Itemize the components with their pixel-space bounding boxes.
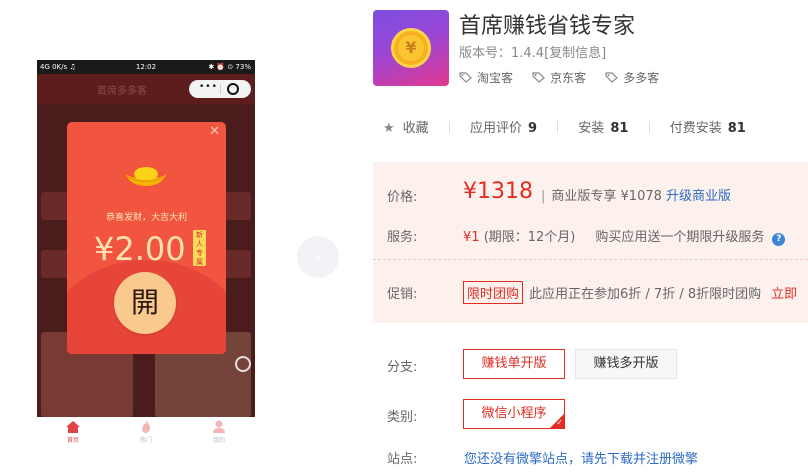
price-label: 价格: bbox=[387, 190, 418, 205]
paid-install-stat: 付费安装 81 bbox=[670, 117, 746, 136]
tab-mine[interactable]: 我的 bbox=[189, 417, 249, 444]
category-option-label: 微信小程序 bbox=[481, 406, 547, 421]
tag-icon bbox=[605, 72, 619, 83]
status-battery: ✱ ⏰ ⊙ 73% bbox=[208, 63, 251, 71]
favorite-button[interactable]: ★ 收藏 bbox=[383, 117, 429, 136]
star-icon: ★ bbox=[383, 121, 395, 136]
favorite-label: 收藏 bbox=[402, 121, 429, 136]
miniprogram-capsule[interactable]: ••• bbox=[189, 80, 251, 98]
progress-ring-icon bbox=[235, 356, 251, 372]
close-miniprogram-icon[interactable] bbox=[227, 83, 239, 95]
tag-icon bbox=[532, 72, 546, 83]
pro-price-text: 商业版专享 ¥1078 bbox=[551, 189, 662, 204]
rating-stat[interactable]: 应用评价 9 bbox=[470, 117, 537, 136]
promo-text: 此应用正在参加6折 / 7折 / 8折限时团购 bbox=[529, 287, 762, 302]
register-site-link[interactable]: 您还没有微擎站点，请先下载并注册微擎 bbox=[464, 448, 698, 467]
version-text: 版本号：1.4.4 bbox=[459, 46, 545, 61]
promo-link[interactable]: 立即 bbox=[771, 287, 797, 302]
category-tile bbox=[41, 192, 69, 220]
app-version: 版本号：1.4.4[复制信息] bbox=[459, 42, 606, 61]
coin-icon: ¥ bbox=[391, 28, 431, 68]
promo-label: 促销: bbox=[387, 287, 418, 302]
section-divider bbox=[373, 259, 808, 260]
gold-ingot-icon bbox=[126, 167, 166, 186]
category-tile bbox=[41, 250, 69, 278]
branch-option-label: 赚钱单开版 bbox=[481, 356, 547, 371]
red-packet-modal: ✕ 恭喜发财，大吉大利 ¥2.00 新人专属 開 bbox=[67, 122, 226, 354]
install-label: 安装 bbox=[578, 121, 605, 136]
paid-install-label: 付费安装 bbox=[669, 121, 722, 136]
help-icon[interactable]: ? bbox=[772, 233, 786, 246]
promo-info: 限时团购 此应用正在参加6折 / 7折 / 8折限时团购 立即 bbox=[463, 281, 797, 304]
service-price: ¥1 bbox=[463, 230, 480, 245]
site-label: 站点: bbox=[387, 452, 418, 467]
red-packet-greeting: 恭喜发财，大吉大利 bbox=[105, 213, 187, 223]
tag-icon bbox=[459, 72, 472, 83]
app-stats: ★ 收藏 应用评价 9 安装 81 付费安装 81 bbox=[383, 117, 746, 136]
service-info: ¥1 (期限：12个月) 购买应用送一个期限升级服务? bbox=[463, 226, 786, 246]
new-user-badge: 新人专属 bbox=[193, 230, 206, 266]
tab-label: 我的 bbox=[212, 437, 225, 444]
app-tags: 淘宝客 京东客 多多客 bbox=[459, 67, 673, 85]
stats-divider bbox=[648, 121, 650, 133]
preview-header-title: 首席多多客 bbox=[97, 86, 147, 97]
home-icon bbox=[66, 421, 80, 433]
check-icon: ✓ bbox=[556, 418, 563, 427]
pro-price: | 商业版专享 ¥1078 升级商业版 bbox=[541, 185, 731, 204]
tag-label: 淘宝客 bbox=[477, 71, 514, 85]
branch-option-single[interactable]: 赚钱单开版 bbox=[463, 349, 565, 379]
red-packet-amount: ¥2.00 bbox=[94, 230, 186, 268]
next-screenshot-button[interactable]: › bbox=[297, 236, 339, 278]
app-icon: ¥ bbox=[373, 10, 449, 86]
tag-item[interactable]: 京东客 bbox=[532, 69, 586, 86]
tab-label: 首页 bbox=[66, 437, 79, 444]
tag-label: 京东客 bbox=[550, 71, 587, 85]
price-divider: | bbox=[541, 189, 546, 204]
install-value: 81 bbox=[610, 121, 629, 136]
tab-home[interactable]: 首页 bbox=[43, 417, 103, 444]
stats-divider bbox=[448, 121, 450, 133]
close-icon[interactable]: ✕ bbox=[209, 124, 220, 139]
tab-label: 热门 bbox=[139, 437, 152, 444]
tag-item[interactable]: 多多客 bbox=[605, 69, 659, 86]
rating-value: 9 bbox=[527, 121, 538, 136]
service-label: 服务: bbox=[387, 230, 418, 245]
upgrade-link[interactable]: 升级商业版 bbox=[666, 189, 731, 204]
branch-label: 分支: bbox=[387, 360, 418, 375]
app-title: 首席赚钱省钱专家 bbox=[459, 14, 636, 39]
category-option-wechat[interactable]: 微信小程序 ✓ bbox=[463, 399, 565, 429]
paid-install-value: 81 bbox=[727, 121, 746, 136]
user-icon bbox=[213, 420, 225, 433]
capsule-divider bbox=[220, 84, 221, 94]
install-stat: 安装 81 bbox=[578, 117, 628, 136]
promo-tag: 限时团购 bbox=[463, 281, 524, 304]
preview-tabbar: 首页 热门 我的 bbox=[37, 417, 255, 448]
yen-symbol-icon: ¥ bbox=[398, 35, 424, 61]
category-label: 类别: bbox=[387, 410, 418, 425]
chevron-right-icon: › bbox=[315, 249, 321, 265]
pricing-panel: 价格: ¥1318 | 商业版专享 ¥1078 升级商业版 服务: ¥1 (期限：… bbox=[373, 162, 808, 323]
tab-hot[interactable]: 热门 bbox=[116, 417, 176, 444]
more-icon[interactable]: ••• bbox=[199, 82, 218, 92]
tag-item[interactable]: 淘宝客 bbox=[459, 69, 513, 86]
service-period: (期限：12个月) bbox=[483, 230, 576, 245]
tag-label: 多多客 bbox=[623, 71, 660, 85]
open-red-packet-button[interactable]: 開 bbox=[114, 272, 176, 334]
flame-icon bbox=[142, 420, 151, 433]
branch-option-multi[interactable]: 赚钱多开版 bbox=[575, 349, 677, 379]
stats-divider bbox=[557, 121, 559, 133]
rating-label: 应用评价 bbox=[469, 121, 522, 136]
branch-option-label: 赚钱多开版 bbox=[593, 356, 659, 371]
price-value: ¥1318 bbox=[463, 179, 533, 204]
phone-status-bar: 4G 0K/s ♫ 12:02 ✱ ⏰ ⊙ 73% bbox=[37, 60, 255, 74]
service-note: 购买应用送一个期限升级服务 bbox=[595, 230, 765, 245]
copy-info-link[interactable]: [复制信息] bbox=[544, 46, 606, 61]
